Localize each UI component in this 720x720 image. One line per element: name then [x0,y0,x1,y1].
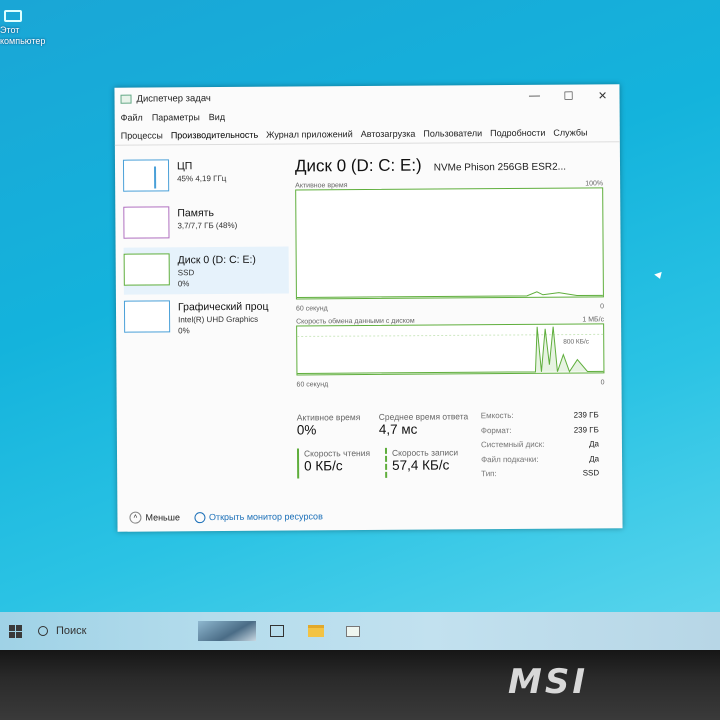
search-placeholder: Поиск [56,625,87,637]
tab-processes[interactable]: Процессы [121,130,163,140]
response-time-value: 4,7 мс [378,421,418,437]
search-icon [38,626,48,636]
tab-services[interactable]: Службы [553,127,587,137]
write-speed-value: 57,4 КБ/с [392,457,450,473]
mouse-cursor-icon [654,271,664,281]
prop-key: Системный диск: [480,439,545,450]
task-manager-icon [120,94,132,104]
active-time-label: Активное время [296,412,361,423]
gpu-thumbnail-graph [123,300,171,333]
desktop-icon-label-1: Этот [0,25,20,35]
desktop: Этот компьютер Диспетчер задач — ☐ ✕ Фай… [0,0,720,612]
sidebar-item-gpu[interactable]: Графический проц Intel(R) UHD Graphics 0… [123,294,289,342]
sidebar-item-label: Диск 0 (D: C: E:) [177,253,256,267]
prop-key: Тип: [481,469,497,479]
tab-details[interactable]: Подробности [490,127,545,137]
tab-users[interactable]: Пользователи [423,128,482,138]
windows-logo-icon [8,624,22,638]
taskbar-search-box[interactable]: Поиск [30,618,190,644]
sidebar-item-detail: 3,7/7,7 ГБ (48%) [177,220,238,231]
resource-monitor-label: Открыть монитор ресурсов [208,511,323,523]
task-manager-taskbar-icon[interactable] [346,625,360,637]
prop-value: SSD [582,468,600,478]
graph1-foot-right: 0 [600,303,605,311]
tab-bar: Процессы Производительность Журнал прило… [114,122,620,146]
disk-detail-panel: Диск 0 (D: C: E:) NVMe Phison 256GB ESR2… [294,154,605,389]
transfer-rate-graph: 800 КБ/с [296,323,605,376]
task-manager-window: Диспетчер задач — ☐ ✕ Файл Параметры Вид… [114,84,623,532]
active-time-line [296,291,603,298]
window-footer: ˄ Меньше Открыть монитор ресурсов [129,510,323,524]
write-speed-group: Скорость записи 57,4 КБ/с [384,447,459,478]
this-pc-desktop-icon[interactable]: Этот компьютер [0,10,50,47]
sidebar-item-label: Графический проц [177,300,269,314]
sidebar-item-usage: 0% [177,279,190,289]
laptop-bezel [0,650,720,720]
graph1-foot-left: 60 секунд [295,305,328,313]
search-highlight-image[interactable] [198,621,256,641]
sidebar-item-detail: Intel(R) UHD Graphics [178,314,259,325]
prop-value: Да [589,439,599,449]
disk-thumbnail-graph [123,253,170,286]
menu-options[interactable]: Параметры [152,112,200,122]
menu-view[interactable]: Вид [209,112,225,122]
performance-sidebar: ЦП 45% 4,19 ГГц Память 3,7/7,7 ГБ (48%) … [122,153,289,342]
prop-value: 239 ГБ [573,410,599,420]
close-button[interactable]: ✕ [585,89,619,102]
prop-value: Да [589,453,600,463]
sidebar-item-label: Память [177,207,214,220]
file-explorer-icon[interactable] [308,625,324,637]
read-speed-group: Скорость чтения 0 КБ/с [296,447,371,479]
sidebar-item-disk[interactable]: Диск 0 (D: C: E:) SSD 0% [123,246,289,295]
fewer-details-button[interactable]: Меньше [145,512,180,522]
disk-stats: Активное время 0% Среднее время ответа 4… [297,410,607,479]
write-speed-label: Скорость записи [391,447,459,458]
transfer-rate-line: 800 КБ/с [297,326,604,374]
sidebar-item-usage: 0% [178,326,190,336]
chevron-up-icon[interactable]: ˄ [129,511,142,524]
prop-key: Формат: [480,425,512,435]
graph2-foot-left: 60 секунд [296,381,329,389]
read-speed-label: Скорость чтения [303,447,371,459]
taskbar: Поиск [0,612,720,650]
maximize-button[interactable]: ☐ [551,89,585,102]
graph2-inner-label: 800 КБ/с [563,338,590,345]
computer-icon [4,10,22,22]
task-view-icon[interactable] [270,625,284,637]
disk-title: Диск 0 (D: C: E:) [294,155,422,176]
start-button[interactable] [0,624,30,638]
memory-thumbnail-graph [123,206,170,239]
prop-key: Емкость: [480,410,514,421]
prop-key: Файл подкачки: [481,454,539,464]
sidebar-item-memory[interactable]: Память 3,7/7,7 ГБ (48%) [123,200,288,248]
active-time-value: 0% [296,422,317,438]
graph2-foot-right: 0 [600,379,605,387]
open-resource-monitor-link[interactable]: Открыть монитор ресурсов [193,511,323,523]
prop-value: 239 ГБ [573,424,599,435]
tab-startup[interactable]: Автозагрузка [361,128,416,138]
sidebar-item-detail: SSD [177,268,195,278]
response-time-label: Среднее время ответа [378,411,469,422]
sidebar-item-label: ЦП [176,160,193,173]
active-time-graph [295,187,604,300]
resource-monitor-icon [193,511,205,523]
sidebar-item-detail: 45% 4,19 ГГц [177,173,227,184]
disk-properties: Емкость: 239 ГБ Формат: 239 ГБ Системный д… [481,410,600,483]
menu-file[interactable]: Файл [121,113,143,123]
sidebar-item-cpu[interactable]: ЦП 45% 4,19 ГГц [122,153,288,201]
disk-model: NVMe Phison 256GB ESR2... [433,161,567,174]
tab-performance[interactable]: Производительность [171,129,258,140]
minimize-button[interactable]: — [517,89,551,102]
brand-logo: ΜSI [508,662,588,702]
desktop-icon-label-2: компьютер [0,36,46,46]
window-title: Диспетчер задач [136,92,211,105]
tab-app-history[interactable]: Журнал приложений [266,129,353,140]
read-speed-value: 0 КБ/с [304,458,343,474]
cpu-thumbnail-graph [122,159,170,192]
